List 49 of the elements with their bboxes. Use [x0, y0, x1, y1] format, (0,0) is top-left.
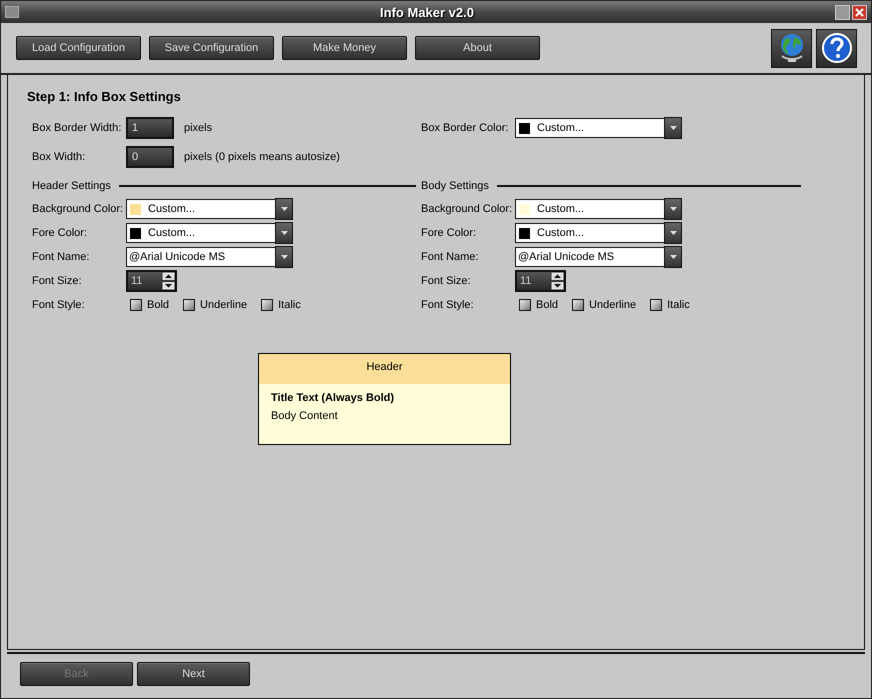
field-label: Font Name:	[421, 251, 480, 263]
number-field[interactable]: 0	[126, 146, 174, 168]
preview-header: Header	[259, 354, 510, 384]
number-field[interactable]: 1	[126, 117, 174, 139]
globe-button[interactable]	[771, 28, 812, 68]
spinner-arrows-icon[interactable]	[162, 272, 175, 290]
nav-button[interactable]: Next	[137, 662, 250, 686]
field-label: Font Size:	[421, 275, 472, 287]
toolbar-button[interactable]: About	[415, 36, 540, 60]
toolbar-button[interactable]: Save Configuration	[149, 36, 274, 60]
style-checkbox[interactable]: Bold	[130, 299, 170, 311]
preview-title: Title Text (Always Bold)	[271, 392, 396, 404]
field-label: Fore Color:	[32, 227, 88, 239]
step-heading: Step 1: Info Box Settings	[27, 89, 182, 104]
field-label: Background Color:	[32, 203, 124, 215]
section-title: Body Settings	[421, 180, 489, 192]
color-dropdown[interactable]: Custom...	[126, 223, 293, 243]
field-label: Box Width:	[32, 151, 86, 163]
style-checkbox[interactable]: Underline	[572, 299, 636, 311]
color-dropdown[interactable]: Custom...	[515, 118, 682, 138]
field-label: Font Name:	[32, 251, 90, 263]
window-title: Info Maker v2.0	[379, 4, 475, 20]
font-dropdown[interactable]: @Arial Unicode MS	[126, 247, 293, 267]
color-dropdown[interactable]: Custom...	[515, 199, 682, 219]
field-label: Font Size:	[32, 275, 83, 287]
field-label: Fore Color:	[421, 227, 478, 239]
field-label: Box Border Width:	[32, 122, 122, 134]
preview-body-text: Body Content	[271, 410, 339, 422]
field-label: Font Style:	[32, 299, 86, 311]
field-label: Font Style:	[421, 299, 475, 311]
toolbar-button[interactable]: Make Money	[282, 36, 407, 60]
color-dropdown[interactable]: Custom...	[515, 223, 682, 243]
unit-label: pixels	[184, 122, 212, 134]
close-button[interactable]	[852, 4, 867, 20]
style-checkbox[interactable]: Bold	[519, 299, 558, 311]
section-title: Header Settings	[32, 180, 111, 192]
style-checkbox[interactable]: Underline	[183, 299, 248, 311]
color-dropdown[interactable]: Custom...	[126, 199, 293, 219]
style-checkbox[interactable]: Italic	[261, 299, 301, 311]
style-checkbox[interactable]: Italic	[650, 299, 690, 311]
help-icon	[820, 32, 852, 64]
field-label: Box Border Color:	[421, 122, 510, 134]
toolbar-button[interactable]: Load Configuration	[16, 36, 141, 60]
spinner-arrows-icon[interactable]	[551, 272, 564, 290]
unit-label: pixels (0 pixels means autosize)	[184, 151, 340, 163]
field-label: Background Color:	[421, 203, 514, 215]
help-button[interactable]	[816, 28, 857, 68]
minimize-button[interactable]	[835, 4, 850, 20]
font-dropdown[interactable]: @Arial Unicode MS	[515, 247, 682, 267]
